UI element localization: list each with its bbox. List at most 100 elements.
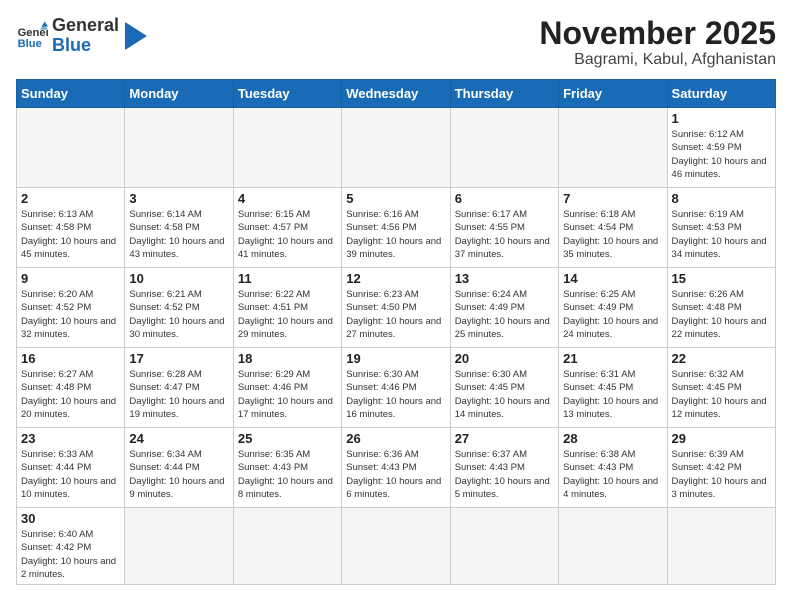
day-number: 29	[672, 431, 771, 446]
calendar-cell: 20Sunrise: 6:30 AM Sunset: 4:45 PM Dayli…	[450, 348, 558, 428]
calendar-cell: 21Sunrise: 6:31 AM Sunset: 4:45 PM Dayli…	[559, 348, 667, 428]
day-number: 6	[455, 191, 554, 206]
calendar-row-1: 2 Sunrise: 6:13 AM Sunset: 4:58 PM Daylig…	[17, 188, 776, 268]
day-info: Sunrise: 6:29 AM Sunset: 4:46 PM Dayligh…	[238, 368, 337, 421]
day-number: 19	[346, 351, 445, 366]
day-info: Sunrise: 6:28 AM Sunset: 4:47 PM Dayligh…	[129, 368, 228, 421]
calendar-cell: 7 Sunrise: 6:18 AM Sunset: 4:54 PM Daylig…	[559, 188, 667, 268]
calendar-cell	[450, 108, 558, 188]
day-number: 26	[346, 431, 445, 446]
day-number: 25	[238, 431, 337, 446]
day-number: 2	[21, 191, 120, 206]
calendar-cell	[559, 508, 667, 585]
day-info: Sunrise: 6:35 AM Sunset: 4:43 PM Dayligh…	[238, 448, 337, 501]
day-number: 7	[563, 191, 662, 206]
day-number: 5	[346, 191, 445, 206]
calendar-row-3: 16Sunrise: 6:27 AM Sunset: 4:48 PM Dayli…	[17, 348, 776, 428]
day-info: Sunrise: 6:12 AM Sunset: 4:59 PM Dayligh…	[672, 128, 771, 181]
weekday-header-tuesday: Tuesday	[233, 80, 341, 108]
calendar-cell: 25 Sunrise: 6:35 AM Sunset: 4:43 PM Dayli…	[233, 428, 341, 508]
logo: General Blue General Blue	[16, 16, 147, 56]
svg-text:Blue: Blue	[18, 38, 42, 50]
calendar-cell: 22Sunrise: 6:32 AM Sunset: 4:45 PM Dayli…	[667, 348, 775, 428]
day-info: Sunrise: 6:24 AM Sunset: 4:49 PM Dayligh…	[455, 288, 554, 341]
weekday-header-row: SundayMondayTuesdayWednesdayThursdayFrid…	[17, 80, 776, 108]
day-info: Sunrise: 6:18 AM Sunset: 4:54 PM Dayligh…	[563, 208, 662, 261]
weekday-header-friday: Friday	[559, 80, 667, 108]
location-title: Bagrami, Kabul, Afghanistan	[539, 51, 776, 69]
day-number: 27	[455, 431, 554, 446]
weekday-header-saturday: Saturday	[667, 80, 775, 108]
calendar-row-4: 23 Sunrise: 6:33 AM Sunset: 4:44 PM Dayli…	[17, 428, 776, 508]
day-info: Sunrise: 6:19 AM Sunset: 4:53 PM Dayligh…	[672, 208, 771, 261]
day-info: Sunrise: 6:17 AM Sunset: 4:55 PM Dayligh…	[455, 208, 554, 261]
calendar-cell	[342, 508, 450, 585]
calendar-table: SundayMondayTuesdayWednesdayThursdayFrid…	[16, 79, 776, 585]
day-info: Sunrise: 6:14 AM Sunset: 4:58 PM Dayligh…	[129, 208, 228, 261]
day-number: 22	[672, 351, 771, 366]
calendar-cell: 28Sunrise: 6:38 AM Sunset: 4:43 PM Dayli…	[559, 428, 667, 508]
calendar-cell: 9 Sunrise: 6:20 AM Sunset: 4:52 PM Daylig…	[17, 268, 125, 348]
day-number: 23	[21, 431, 120, 446]
day-info: Sunrise: 6:40 AM Sunset: 4:42 PM Dayligh…	[21, 528, 120, 581]
calendar-row-5: 30 Sunrise: 6:40 AM Sunset: 4:42 PM Dayli…	[17, 508, 776, 585]
day-info: Sunrise: 6:37 AM Sunset: 4:43 PM Dayligh…	[455, 448, 554, 501]
calendar-cell: 15 Sunrise: 6:26 AM Sunset: 4:48 PM Dayli…	[667, 268, 775, 348]
calendar-cell: 26 Sunrise: 6:36 AM Sunset: 4:43 PM Dayli…	[342, 428, 450, 508]
day-info: Sunrise: 6:22 AM Sunset: 4:51 PM Dayligh…	[238, 288, 337, 341]
day-number: 12	[346, 271, 445, 286]
calendar-cell: 11 Sunrise: 6:22 AM Sunset: 4:51 PM Dayli…	[233, 268, 341, 348]
day-number: 9	[21, 271, 120, 286]
day-number: 1	[672, 111, 771, 126]
logo-blue: Blue	[52, 36, 119, 56]
day-info: Sunrise: 6:16 AM Sunset: 4:56 PM Dayligh…	[346, 208, 445, 261]
calendar-cell	[342, 108, 450, 188]
day-info: Sunrise: 6:30 AM Sunset: 4:45 PM Dayligh…	[455, 368, 554, 421]
day-number: 4	[238, 191, 337, 206]
header: General Blue General Blue November 2025 …	[16, 16, 776, 69]
day-number: 30	[21, 511, 120, 526]
calendar-cell	[125, 508, 233, 585]
day-info: Sunrise: 6:20 AM Sunset: 4:52 PM Dayligh…	[21, 288, 120, 341]
calendar-cell: 30 Sunrise: 6:40 AM Sunset: 4:42 PM Dayli…	[17, 508, 125, 585]
calendar-cell	[233, 508, 341, 585]
calendar-cell: 3Sunrise: 6:14 AM Sunset: 4:58 PM Daylig…	[125, 188, 233, 268]
logo-general: General	[52, 16, 119, 36]
calendar-cell	[450, 508, 558, 585]
calendar-cell: 27 Sunrise: 6:37 AM Sunset: 4:43 PM Dayli…	[450, 428, 558, 508]
day-info: Sunrise: 6:33 AM Sunset: 4:44 PM Dayligh…	[21, 448, 120, 501]
day-info: Sunrise: 6:23 AM Sunset: 4:50 PM Dayligh…	[346, 288, 445, 341]
calendar-cell: 19 Sunrise: 6:30 AM Sunset: 4:46 PM Dayli…	[342, 348, 450, 428]
title-area: November 2025 Bagrami, Kabul, Afghanista…	[539, 16, 776, 69]
day-info: Sunrise: 6:39 AM Sunset: 4:42 PM Dayligh…	[672, 448, 771, 501]
day-info: Sunrise: 6:31 AM Sunset: 4:45 PM Dayligh…	[563, 368, 662, 421]
weekday-header-wednesday: Wednesday	[342, 80, 450, 108]
weekday-header-sunday: Sunday	[17, 80, 125, 108]
logo-icon: General Blue	[16, 20, 48, 52]
calendar-cell: 13Sunrise: 6:24 AM Sunset: 4:49 PM Dayli…	[450, 268, 558, 348]
day-info: Sunrise: 6:26 AM Sunset: 4:48 PM Dayligh…	[672, 288, 771, 341]
day-number: 8	[672, 191, 771, 206]
day-number: 24	[129, 431, 228, 446]
calendar-cell: 2 Sunrise: 6:13 AM Sunset: 4:58 PM Daylig…	[17, 188, 125, 268]
day-number: 15	[672, 271, 771, 286]
calendar-cell: 1 Sunrise: 6:12 AM Sunset: 4:59 PM Daylig…	[667, 108, 775, 188]
calendar-cell: 24 Sunrise: 6:34 AM Sunset: 4:44 PM Dayli…	[125, 428, 233, 508]
day-number: 14	[563, 271, 662, 286]
day-number: 11	[238, 271, 337, 286]
logo-chevron-icon	[125, 22, 147, 50]
day-number: 16	[21, 351, 120, 366]
calendar-cell	[667, 508, 775, 585]
day-info: Sunrise: 6:30 AM Sunset: 4:46 PM Dayligh…	[346, 368, 445, 421]
calendar-cell: 29 Sunrise: 6:39 AM Sunset: 4:42 PM Dayli…	[667, 428, 775, 508]
day-info: Sunrise: 6:13 AM Sunset: 4:58 PM Dayligh…	[21, 208, 120, 261]
calendar-row-0: 1 Sunrise: 6:12 AM Sunset: 4:59 PM Daylig…	[17, 108, 776, 188]
day-info: Sunrise: 6:34 AM Sunset: 4:44 PM Dayligh…	[129, 448, 228, 501]
calendar-cell: 8 Sunrise: 6:19 AM Sunset: 4:53 PM Daylig…	[667, 188, 775, 268]
calendar-cell: 4Sunrise: 6:15 AM Sunset: 4:57 PM Daylig…	[233, 188, 341, 268]
calendar-cell	[125, 108, 233, 188]
day-info: Sunrise: 6:21 AM Sunset: 4:52 PM Dayligh…	[129, 288, 228, 341]
weekday-header-monday: Monday	[125, 80, 233, 108]
day-info: Sunrise: 6:36 AM Sunset: 4:43 PM Dayligh…	[346, 448, 445, 501]
day-info: Sunrise: 6:38 AM Sunset: 4:43 PM Dayligh…	[563, 448, 662, 501]
